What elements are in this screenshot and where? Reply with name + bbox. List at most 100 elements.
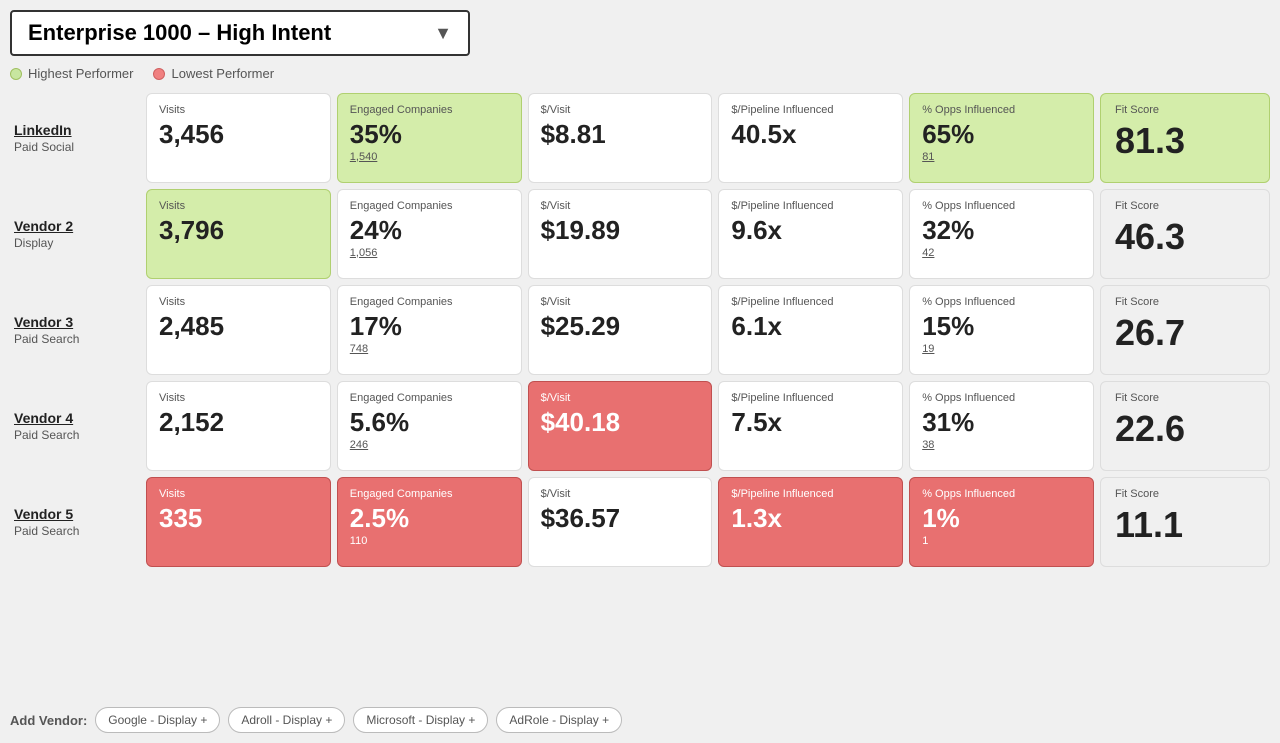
metric-value: 40.5x (731, 120, 890, 149)
metric-sub: 246 (350, 439, 509, 451)
fit-score-value: 11.1 (1115, 504, 1255, 546)
vendor-label-2: Vendor 3 Paid Search (10, 285, 140, 375)
add-vendor-label: Add Vendor: (10, 713, 87, 728)
metric-value: 1.3x (731, 504, 890, 533)
metric-label: $/Pipeline Influenced (731, 488, 890, 500)
metric-value: 1% (922, 504, 1081, 533)
vendor-row: Vendor 4 Paid Search Visits 2,152 Engage… (10, 381, 1270, 471)
metric-engaged: Engaged Companies 35% 1,540 (337, 93, 522, 183)
metric-pipeline: $/Pipeline Influenced 7.5x (718, 381, 903, 471)
metric-value: 31% (922, 408, 1081, 437)
metric-label: $/Visit (541, 200, 700, 212)
dropdown-label: Enterprise 1000 – High Intent (28, 20, 331, 46)
metric-sub: 38 (922, 439, 1081, 451)
metric-label: Engaged Companies (350, 104, 509, 116)
vendor-name[interactable]: LinkedIn (14, 122, 72, 138)
metric-label: % Opps Influenced (922, 392, 1081, 404)
metric-cost_per_visit: $/Visit $19.89 (528, 189, 713, 279)
vendor-name[interactable]: Vendor 2 (14, 218, 73, 234)
fit-score-label: Fit Score (1115, 296, 1255, 308)
vendor-label-1: Vendor 2 Display (10, 189, 140, 279)
vendor-label-3: Vendor 4 Paid Search (10, 381, 140, 471)
add-vendor-tag[interactable]: Google - Display + (95, 707, 220, 733)
fit-score-card: Fit Score 26.7 (1100, 285, 1270, 375)
metric-label: $/Pipeline Influenced (731, 104, 890, 116)
fit-score-card: Fit Score 81.3 (1100, 93, 1270, 183)
metric-label: Visits (159, 104, 318, 116)
vendor-name[interactable]: Vendor 3 (14, 314, 73, 330)
vendor-name[interactable]: Vendor 5 (14, 506, 73, 522)
metric-label: $/Pipeline Influenced (731, 296, 890, 308)
metric-opps: % Opps Influenced 65% 81 (909, 93, 1094, 183)
legend-highest: Highest Performer (10, 66, 133, 81)
metric-label: % Opps Influenced (922, 104, 1081, 116)
fit-score-card: Fit Score 11.1 (1100, 477, 1270, 567)
segment-dropdown[interactable]: Enterprise 1000 – High Intent ▼ (10, 10, 470, 56)
metric-cost_per_visit: $/Visit $25.29 (528, 285, 713, 375)
metric-opps: % Opps Influenced 15% 19 (909, 285, 1094, 375)
add-vendor-tag[interactable]: AdRole - Display + (496, 707, 622, 733)
metric-label: % Opps Influenced (922, 200, 1081, 212)
vendor-row: Vendor 5 Paid Search Visits 335 Engaged … (10, 477, 1270, 567)
add-vendor-tag[interactable]: Adroll - Display + (228, 707, 345, 733)
metric-sub: 110 (350, 535, 509, 547)
metric-value: 65% (922, 120, 1081, 149)
metric-label: Visits (159, 488, 318, 500)
metric-visits: Visits 3,796 (146, 189, 331, 279)
metric-sub: 1,540 (350, 151, 509, 163)
metric-value: 3,456 (159, 120, 318, 149)
legend: Highest Performer Lowest Performer (10, 66, 1270, 81)
metric-value: 35% (350, 120, 509, 149)
metric-visits: Visits 2,485 (146, 285, 331, 375)
metric-sub: 81 (922, 151, 1081, 163)
metric-opps: % Opps Influenced 1% 1 (909, 477, 1094, 567)
metric-value: $40.18 (541, 408, 700, 437)
fit-score-label: Fit Score (1115, 104, 1255, 116)
fit-score-card: Fit Score 46.3 (1100, 189, 1270, 279)
metric-cost_per_visit: $/Visit $8.81 (528, 93, 713, 183)
chevron-down-icon: ▼ (434, 23, 452, 44)
metric-label: Engaged Companies (350, 200, 509, 212)
metric-value: $8.81 (541, 120, 700, 149)
metric-label: $/Visit (541, 392, 700, 404)
metric-value: 2.5% (350, 504, 509, 533)
metric-label: $/Pipeline Influenced (731, 200, 890, 212)
fit-score-label: Fit Score (1115, 488, 1255, 500)
metric-visits: Visits 335 (146, 477, 331, 567)
metric-pipeline: $/Pipeline Influenced 40.5x (718, 93, 903, 183)
vendor-label-4: Vendor 5 Paid Search (10, 477, 140, 567)
metric-value: 7.5x (731, 408, 890, 437)
add-vendor-tag[interactable]: Microsoft - Display + (353, 707, 488, 733)
highest-dot (10, 68, 22, 80)
metric-label: $/Visit (541, 104, 700, 116)
metric-cost_per_visit: $/Visit $40.18 (528, 381, 713, 471)
metric-value: 3,796 (159, 216, 318, 245)
metric-value: 17% (350, 312, 509, 341)
metric-value: 15% (922, 312, 1081, 341)
metric-label: Engaged Companies (350, 488, 509, 500)
vendor-type: Paid Search (14, 428, 79, 442)
metric-engaged: Engaged Companies 24% 1,056 (337, 189, 522, 279)
metric-value: 2,485 (159, 312, 318, 341)
vendor-tag-label: AdRole - Display + (509, 713, 609, 727)
vendor-type: Paid Social (14, 140, 74, 154)
metric-label: Engaged Companies (350, 296, 509, 308)
highest-label: Highest Performer (28, 66, 133, 81)
metric-value: 32% (922, 216, 1081, 245)
metric-engaged: Engaged Companies 2.5% 110 (337, 477, 522, 567)
footer: Add Vendor: Google - Display + Adroll - D… (10, 707, 1270, 733)
vendor-tag-label: Adroll - Display + (241, 713, 332, 727)
metric-visits: Visits 3,456 (146, 93, 331, 183)
vendor-name[interactable]: Vendor 4 (14, 410, 73, 426)
fit-score-value: 46.3 (1115, 216, 1255, 258)
fit-score-label: Fit Score (1115, 200, 1255, 212)
metric-value: $36.57 (541, 504, 700, 533)
vendor-grid: LinkedIn Paid Social Visits 3,456 Engage… (10, 93, 1270, 699)
metric-value: 9.6x (731, 216, 890, 245)
metric-pipeline: $/Pipeline Influenced 1.3x (718, 477, 903, 567)
metric-value: 5.6% (350, 408, 509, 437)
fit-score-value: 26.7 (1115, 312, 1255, 354)
metric-engaged: Engaged Companies 5.6% 246 (337, 381, 522, 471)
metric-value: $25.29 (541, 312, 700, 341)
metric-cost_per_visit: $/Visit $36.57 (528, 477, 713, 567)
